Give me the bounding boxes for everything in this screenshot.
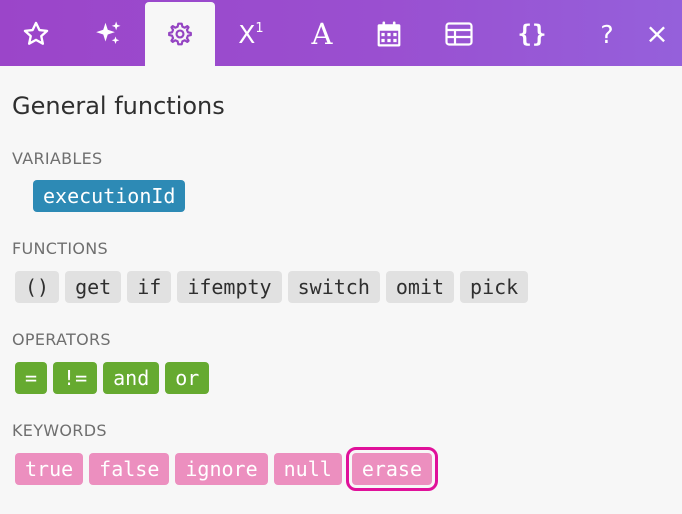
function-chip[interactable]: () (15, 271, 60, 303)
variables-label: VARIABLES (12, 149, 103, 168)
function-chip[interactable]: if (127, 271, 172, 303)
keyword-chip-selected[interactable]: erase (345, 447, 439, 491)
variable-chip[interactable]: executionId (33, 180, 186, 212)
operators-list: = != and or (15, 362, 210, 394)
tab-ai[interactable] (73, 2, 143, 66)
table-icon (445, 22, 473, 46)
functions-list: () get if ifempty switch omit pick (15, 271, 529, 303)
function-chip[interactable]: omit (385, 271, 455, 303)
close-button[interactable]: × (622, 2, 682, 66)
operator-chip[interactable]: != (53, 362, 98, 394)
function-chip[interactable]: pick (460, 271, 529, 303)
sparkles-icon (96, 21, 121, 44)
superscript-icon: X1 (238, 19, 264, 49)
tab-general-functions[interactable] (145, 2, 215, 66)
gear-icon (168, 22, 192, 46)
operator-chip[interactable]: = (15, 362, 48, 394)
text-icon: A (311, 16, 333, 51)
calendar-icon (377, 21, 401, 47)
operator-chip[interactable]: and (103, 362, 160, 394)
tab-text-functions[interactable]: A (287, 2, 357, 66)
functions-label: FUNCTIONS (12, 239, 108, 258)
close-icon: × (645, 17, 669, 50)
keyword-chip[interactable]: ignore (175, 453, 268, 485)
keywords-list: true false ignore null erase (15, 447, 439, 491)
keywords-label: KEYWORDS (12, 421, 107, 440)
braces-icon: {} (517, 20, 547, 48)
function-category-tabbar: X1 A {} ? × (0, 0, 682, 66)
tab-array-functions[interactable] (424, 2, 494, 66)
operator-chip[interactable]: or (165, 362, 210, 394)
tab-math-functions[interactable]: X1 (216, 2, 286, 66)
tab-custom-functions[interactable]: {} (497, 2, 567, 66)
operators-label: OPERATORS (12, 330, 111, 349)
function-chip[interactable]: switch (287, 271, 380, 303)
keyword-chip[interactable]: false (89, 453, 170, 485)
panel-title: General functions (12, 92, 225, 120)
function-chip[interactable]: get (65, 271, 122, 303)
keyword-chip[interactable]: null (273, 453, 342, 485)
function-chip[interactable]: ifempty (177, 271, 282, 303)
tab-favorites[interactable] (1, 2, 71, 66)
variables-list: executionId (33, 180, 186, 212)
tab-date-functions[interactable] (354, 2, 424, 66)
star-icon (23, 21, 49, 45)
help-icon: ? (600, 19, 614, 49)
keyword-chip[interactable]: true (15, 453, 84, 485)
